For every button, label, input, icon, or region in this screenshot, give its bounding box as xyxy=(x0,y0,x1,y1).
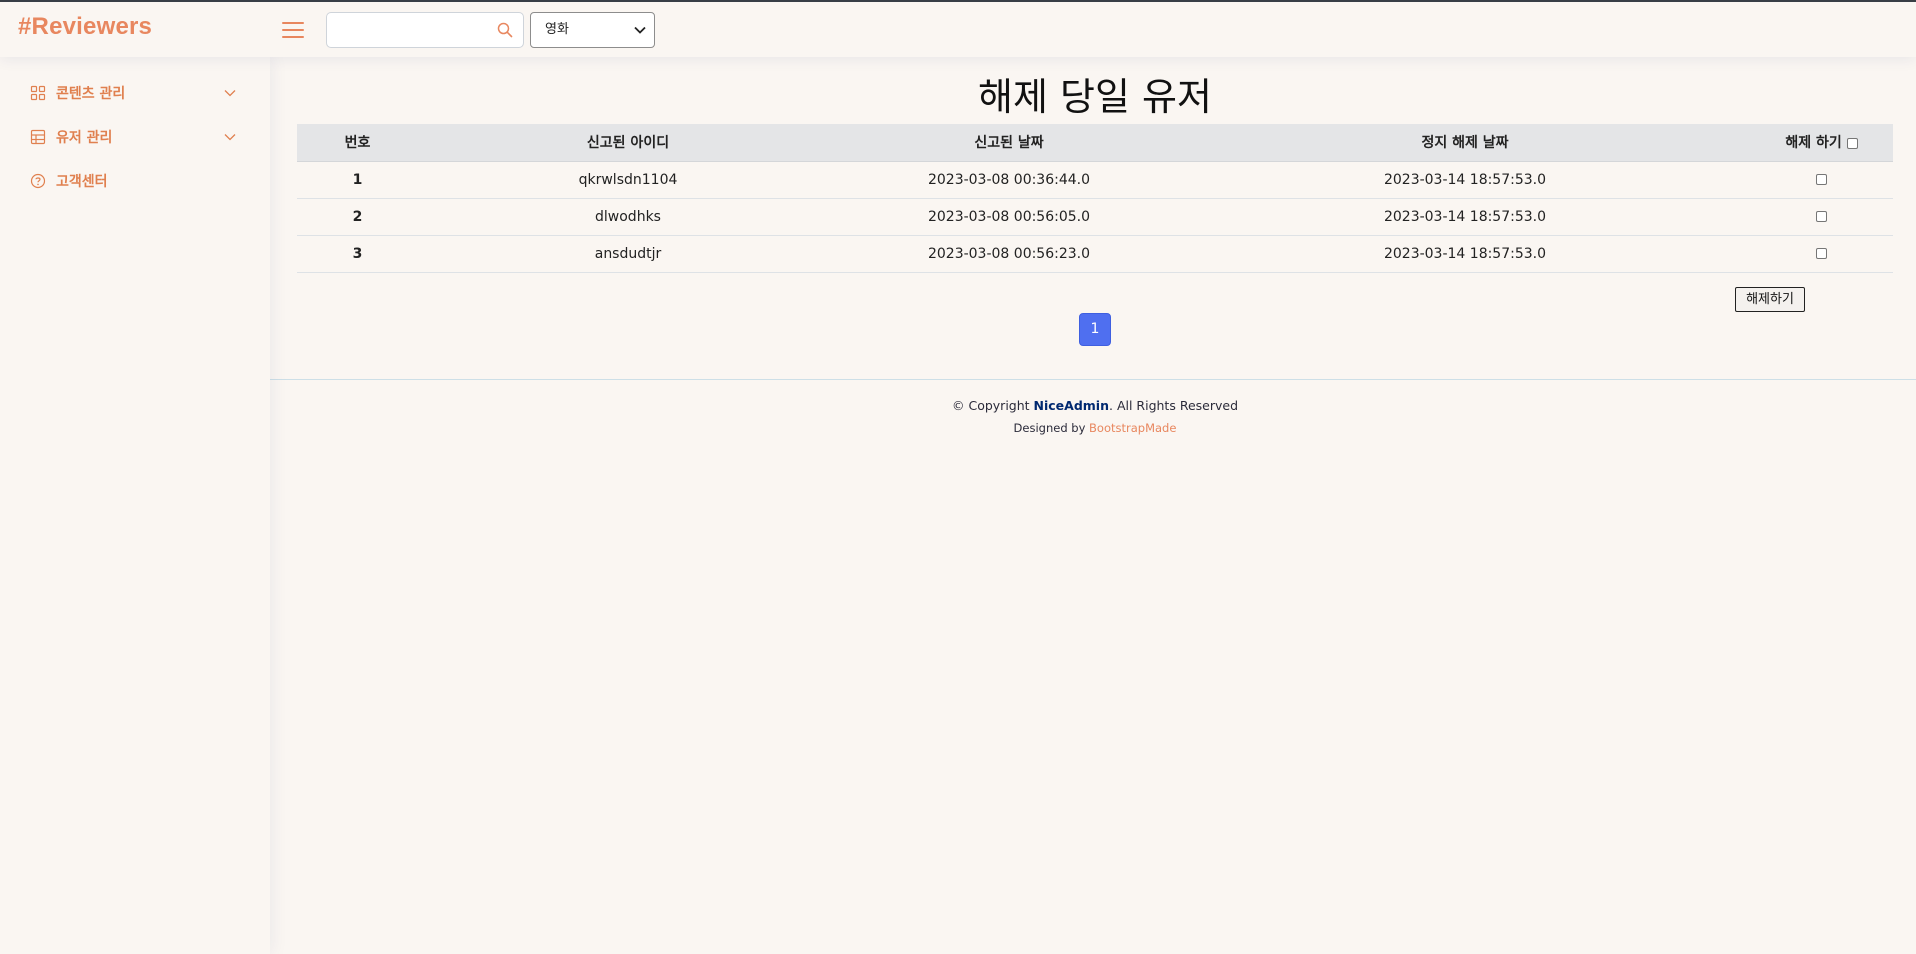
sidebar-item-content-management[interactable]: 콘텐츠 관리 xyxy=(20,76,250,110)
sidebar: 콘텐츠 관리 유저 관리 고객센터 xyxy=(0,57,270,954)
menu-toggle-icon[interactable] xyxy=(282,19,304,39)
sidebar-item-label: 고객센터 xyxy=(56,174,108,190)
copyright-brand: NiceAdmin xyxy=(1033,398,1109,413)
row-checkbox[interactable] xyxy=(1816,211,1827,222)
pagination-page-1[interactable]: 1 xyxy=(1079,313,1111,346)
table-row: 2 dlwodhks 2023-03-08 00:56:05.0 2023-03… xyxy=(297,198,1893,236)
released-users-table: 번호 신고된 아이디 신고된 날짜 정지 해제 날짜 해제 하기 1 qkrwl… xyxy=(297,124,1893,273)
row-reported-id: ansdudtjr xyxy=(418,235,838,273)
row-number: 2 xyxy=(297,198,418,236)
sidebar-item-customer-center[interactable]: 고객센터 xyxy=(20,164,250,198)
row-reported-date: 2023-03-08 00:36:44.0 xyxy=(838,161,1180,199)
column-header-number: 번호 xyxy=(297,124,418,162)
row-release-date: 2023-03-14 18:57:53.0 xyxy=(1180,161,1750,199)
layout-icon xyxy=(30,129,46,145)
chevron-down-icon xyxy=(224,134,236,141)
page-title: 해제 당일 유저 xyxy=(978,75,1212,119)
column-header-reported-date: 신고된 날짜 xyxy=(838,124,1180,162)
designer-link[interactable]: BootstrapMade xyxy=(1089,421,1176,435)
top-header: #Reviewers 영화 xyxy=(0,2,1916,57)
table-row: 3 ansdudtjr 2023-03-08 00:56:23.0 2023-0… xyxy=(297,235,1893,273)
chevron-down-icon xyxy=(634,26,646,34)
row-reported-id: qkrwlsdn1104 xyxy=(418,161,838,199)
sidebar-item-user-management[interactable]: 유저 관리 xyxy=(20,120,250,154)
chevron-down-icon xyxy=(224,90,236,97)
grid-icon xyxy=(30,85,46,101)
row-reported-date: 2023-03-08 00:56:05.0 xyxy=(838,198,1180,236)
release-button[interactable]: 해제하기 xyxy=(1735,287,1805,312)
search-input[interactable] xyxy=(333,17,493,43)
search-icon[interactable] xyxy=(497,22,513,38)
row-checkbox[interactable] xyxy=(1816,248,1827,259)
copyright-line: © Copyright NiceAdmin. All Rights Reserv… xyxy=(270,395,1916,417)
table-row: 1 qkrwlsdn1104 2023-03-08 00:36:44.0 202… xyxy=(297,161,1893,199)
app-logo[interactable]: #Reviewers xyxy=(18,13,152,41)
row-checkbox[interactable] xyxy=(1816,174,1827,185)
column-header-release: 해제 하기 xyxy=(1750,124,1893,162)
row-number: 1 xyxy=(297,161,418,199)
row-checkbox-cell xyxy=(1750,235,1893,273)
search-box xyxy=(326,12,524,48)
row-reported-date: 2023-03-08 00:56:23.0 xyxy=(838,235,1180,273)
column-header-release-label: 해제 하기 xyxy=(1785,135,1842,152)
table-header-row: 번호 신고된 아이디 신고된 날짜 정지 해제 날짜 해제 하기 xyxy=(297,124,1893,162)
category-select-value: 영화 xyxy=(545,22,569,37)
credits-line: Designed by BootstrapMade xyxy=(270,417,1916,439)
select-all-checkbox[interactable] xyxy=(1846,137,1858,149)
row-checkbox-cell xyxy=(1750,198,1893,236)
category-select[interactable]: 영화 xyxy=(530,12,655,48)
column-header-release-date: 정지 해제 날짜 xyxy=(1180,124,1750,162)
copyright-prefix: © Copyright xyxy=(952,398,1034,413)
row-checkbox-cell xyxy=(1750,161,1893,199)
footer: © Copyright NiceAdmin. All Rights Reserv… xyxy=(270,395,1916,439)
footer-divider xyxy=(270,379,1916,380)
row-number: 3 xyxy=(297,235,418,273)
row-release-date: 2023-03-14 18:57:53.0 xyxy=(1180,235,1750,273)
question-circle-icon xyxy=(30,173,46,189)
column-header-reported-id: 신고된 아이디 xyxy=(418,124,838,162)
sidebar-item-label: 유저 관리 xyxy=(56,130,113,146)
row-release-date: 2023-03-14 18:57:53.0 xyxy=(1180,198,1750,236)
copyright-suffix: . All Rights Reserved xyxy=(1109,398,1238,413)
designed-by-label: Designed by xyxy=(1013,421,1090,435)
sidebar-item-label: 콘텐츠 관리 xyxy=(56,86,126,102)
row-reported-id: dlwodhks xyxy=(418,198,838,236)
